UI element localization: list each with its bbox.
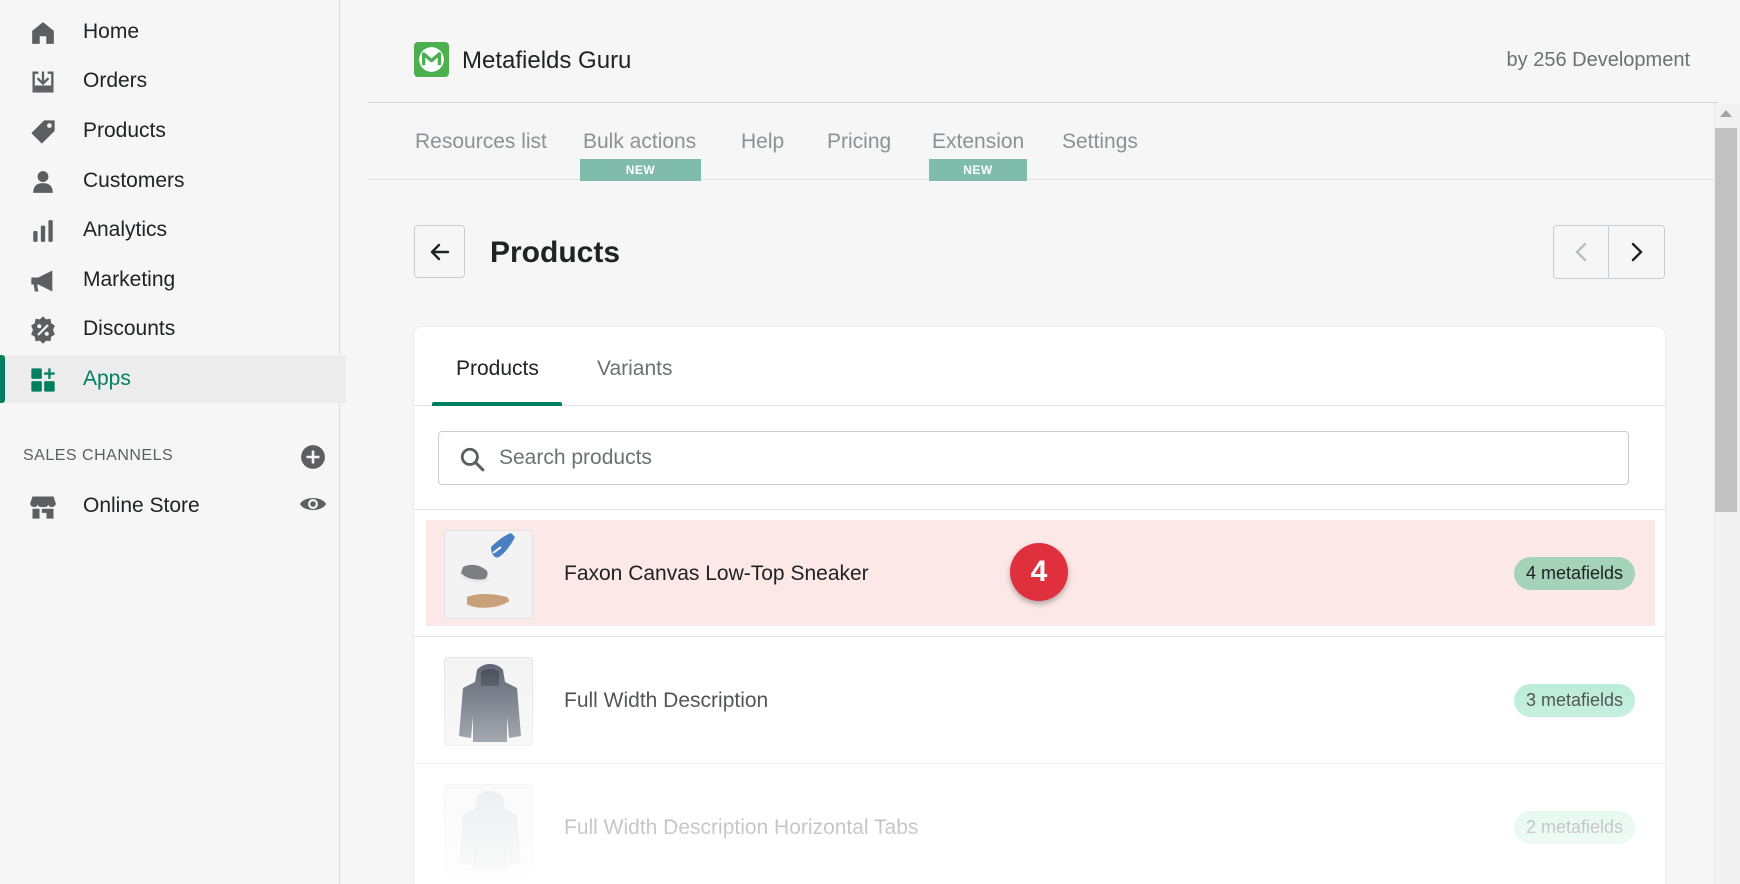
sidebar-item-apps[interactable]: Apps: [0, 355, 346, 403]
home-icon: [28, 18, 58, 48]
chevron-left-icon: [1575, 242, 1587, 262]
page-title: Products: [490, 236, 621, 269]
sidebar-item-analytics[interactable]: Analytics: [0, 206, 346, 254]
app-header: Metafields Guru by 256 Development: [368, 0, 1718, 103]
products-card: Products Variants Faxon Canvas Low-Top S…: [414, 327, 1665, 884]
metafields-count-badge: 4 metafields: [1513, 557, 1635, 590]
view-online-store-button[interactable]: [299, 493, 327, 515]
sidebar-item-customers[interactable]: Customers: [0, 157, 346, 205]
sidebar-item-products[interactable]: Products: [0, 107, 346, 155]
scrollbar[interactable]: [1713, 104, 1740, 884]
scrollbar-thumb[interactable]: [1715, 128, 1737, 512]
sidebar-item-label: Apps: [83, 367, 131, 390]
developer-name: by 256 Development: [1506, 49, 1690, 71]
metafields-count-badge: 2 metafields: [1513, 811, 1635, 844]
next-page-button[interactable]: [1609, 226, 1664, 278]
add-sales-channel-button[interactable]: [300, 444, 326, 470]
active-tab-indicator: [432, 402, 562, 406]
person-icon: [28, 167, 58, 197]
back-button[interactable]: [414, 225, 465, 278]
product-name[interactable]: Faxon Canvas Low-Top Sneaker: [564, 562, 869, 586]
new-badge: NEW: [580, 159, 701, 181]
metafields-count-badge: 3 metafields: [1513, 684, 1635, 717]
sidebar-item-label: Discounts: [83, 317, 176, 340]
sidebar-item-label: Orders: [83, 69, 148, 92]
search-field[interactable]: [438, 431, 1629, 485]
tab-extension[interactable]: Extension: [932, 130, 1024, 154]
tab-settings[interactable]: Settings: [1062, 130, 1138, 154]
tab-pricing[interactable]: Pricing: [827, 130, 891, 154]
chevron-right-icon: [1631, 242, 1643, 262]
plus-circle-icon: [301, 445, 325, 469]
app-tabs: Resources list Bulk actions NEW Help Pri…: [368, 104, 1713, 181]
product-thumbnail: [444, 530, 533, 619]
megaphone-icon: [28, 266, 58, 296]
tag-icon: [28, 117, 58, 147]
product-thumbnail: [444, 657, 533, 746]
sidebar: Home Orders Products Customers Analytics…: [0, 0, 346, 884]
tab-bulk-actions[interactable]: Bulk actions: [583, 130, 696, 154]
sidebar-item-label: Home: [83, 20, 140, 43]
new-badge: NEW: [929, 159, 1027, 181]
metafields-guru-logo: [414, 42, 449, 77]
product-row[interactable]: Full Width Description 3 metafields: [414, 637, 1665, 764]
app-name: Metafields Guru: [462, 47, 632, 74]
step-number-badge: 4: [1010, 543, 1068, 601]
sidebar-item-label: Customers: [83, 169, 185, 192]
tab-variants[interactable]: Variants: [597, 357, 672, 381]
sidebar-item-label: Analytics: [83, 218, 168, 241]
sidebar-item-label: Marketing: [83, 268, 176, 291]
scroll-up-arrow-icon[interactable]: [1720, 110, 1732, 117]
pagination: [1553, 225, 1665, 279]
sidebar-item-home[interactable]: Home: [0, 8, 346, 56]
discount-icon: [28, 315, 58, 345]
store-icon: [28, 492, 58, 522]
apps-icon: [28, 365, 58, 395]
sales-channels-title: SALES CHANNELS: [23, 447, 174, 464]
tab-help[interactable]: Help: [741, 130, 784, 154]
arrow-left-icon: [430, 243, 449, 260]
sidebar-item-label: Products: [83, 119, 166, 142]
sidebar-item-label: Online Store: [83, 494, 200, 517]
tab-resources-list[interactable]: Resources list: [415, 130, 547, 154]
orders-icon: [28, 67, 58, 97]
bar-chart-icon: [28, 216, 58, 246]
tab-products[interactable]: Products: [456, 357, 539, 381]
sidebar-item-orders[interactable]: Orders: [0, 57, 346, 105]
product-name[interactable]: Full Width Description Horizontal Tabs: [564, 816, 918, 840]
search-icon: [459, 446, 485, 472]
sidebar-item-online-store[interactable]: Online Store: [0, 482, 346, 530]
previous-page-button[interactable]: [1554, 226, 1610, 278]
eye-icon: [300, 498, 326, 510]
sidebar-item-marketing[interactable]: Marketing: [0, 256, 346, 304]
search-input[interactable]: [499, 442, 1599, 474]
product-thumbnail: [444, 784, 533, 873]
product-row[interactable]: Full Width Description Horizontal Tabs 2…: [414, 764, 1665, 884]
sidebar-item-discounts[interactable]: Discounts: [0, 305, 346, 353]
card-tabs: Products Variants: [414, 327, 1665, 406]
product-name[interactable]: Full Width Description: [564, 689, 768, 713]
